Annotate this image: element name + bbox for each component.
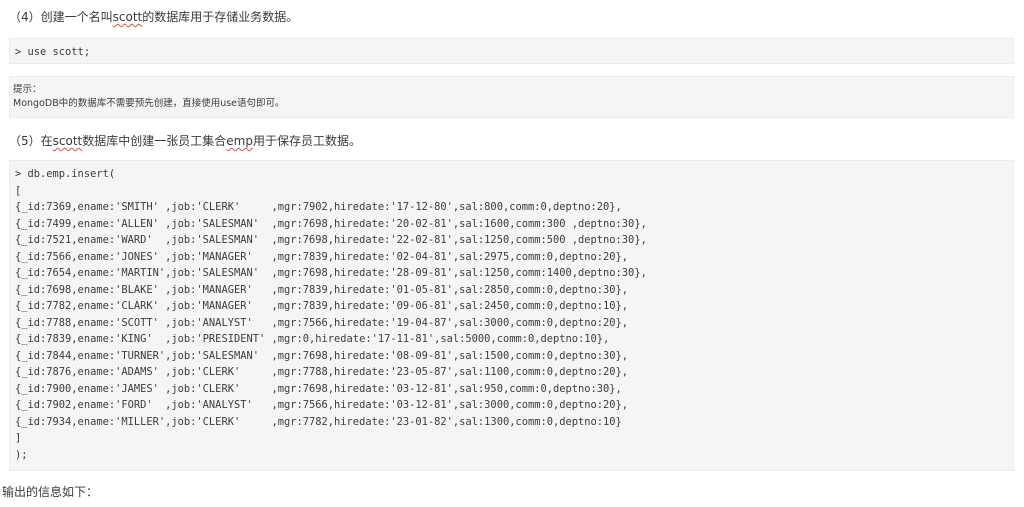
step-5-heading: （5）在scott数据库中创建一张员工集合emp用于保存员工数据。	[9, 133, 361, 149]
code-line: {_id:7902,ename:'FORD' ,job:'ANALYST' ,m…	[15, 399, 629, 411]
code-line: ]	[15, 432, 22, 444]
output-label: 输出的信息如下：	[2, 485, 99, 499]
insert-code-block: > db.emp.insert( [ {_id:7369,ename:'SMITH'…	[9, 160, 1014, 471]
code-line: {_id:7876,ename:'ADAMS' ,job:'CLERK' ,mg…	[15, 366, 629, 378]
step-4-suffix: 的数据库用于存储业务数据。	[142, 10, 299, 24]
code-line: {_id:7844,ename:'TURNER',job:'SALESMAN' …	[15, 349, 629, 362]
use-command-block: > use scott;	[9, 38, 1014, 64]
code-line: {_id:7499,ename:'ALLEN' ,job:'SALESMAN' …	[15, 217, 647, 230]
tip-block: 提示： MongoDB中的数据库不需要预先创建，直接使用use语句即可。	[9, 76, 1014, 118]
step-5-suffix: 用于保存员工数据。	[252, 134, 361, 148]
code-line: [	[15, 184, 22, 197]
step-4-prefix: （4）创建一个名叫	[9, 10, 113, 24]
code-line: {_id:7839,ename:'KING' ,job:'PRESIDENT' …	[15, 333, 610, 345]
code-line: {_id:7566,ename:'JONES' ,job:'MANAGER' ,…	[15, 250, 629, 263]
step-4-heading: （4）创建一个名叫scott的数据库用于存储业务数据。	[9, 9, 298, 25]
step-5-middle: 数据库中创建一张员工集合	[82, 134, 227, 148]
step-4-keyword: scott	[112, 10, 143, 24]
use-command-text[interactable]: > use scott;	[15, 45, 90, 59]
code-line: {_id:7654,ename:'MARTIN',job:'SALESMAN' …	[15, 267, 647, 279]
step-5-keyword-scott: scott	[52, 134, 83, 148]
step-5-prefix: （5）在	[9, 134, 53, 148]
tip-title: 提示：	[13, 84, 42, 95]
code-line: {_id:7521,ename:'WARD' ,job:'SALESMAN' ,…	[15, 234, 647, 246]
code-line: );	[15, 448, 28, 461]
code-line: {_id:7782,ename:'CLARK' ,job:'MANAGER' ,…	[15, 300, 629, 312]
step-5-keyword-emp: emp	[226, 134, 253, 148]
tip-text: MongoDB中的数据库不需要预先创建，直接使用use语句即可。	[13, 98, 285, 109]
code-line: {_id:7934,ename:'MILLER',job:'CLERK' ,mg…	[15, 415, 622, 428]
code-line: {_id:7900,ename:'JAMES' ,job:'CLERK' ,mg…	[15, 382, 622, 395]
insert-code-text[interactable]: > db.emp.insert( [ {_id:7369,ename:'SMITH'…	[15, 166, 647, 463]
code-line: {_id:7369,ename:'SMITH' ,job:'CLERK' ,mg…	[15, 201, 622, 213]
code-line: {_id:7698,ename:'BLAKE' ,job:'MANAGER' ,…	[15, 283, 629, 296]
code-line: > db.emp.insert(	[15, 168, 116, 180]
code-line: {_id:7788,ename:'SCOTT' ,job:'ANALYST' ,…	[15, 316, 629, 329]
